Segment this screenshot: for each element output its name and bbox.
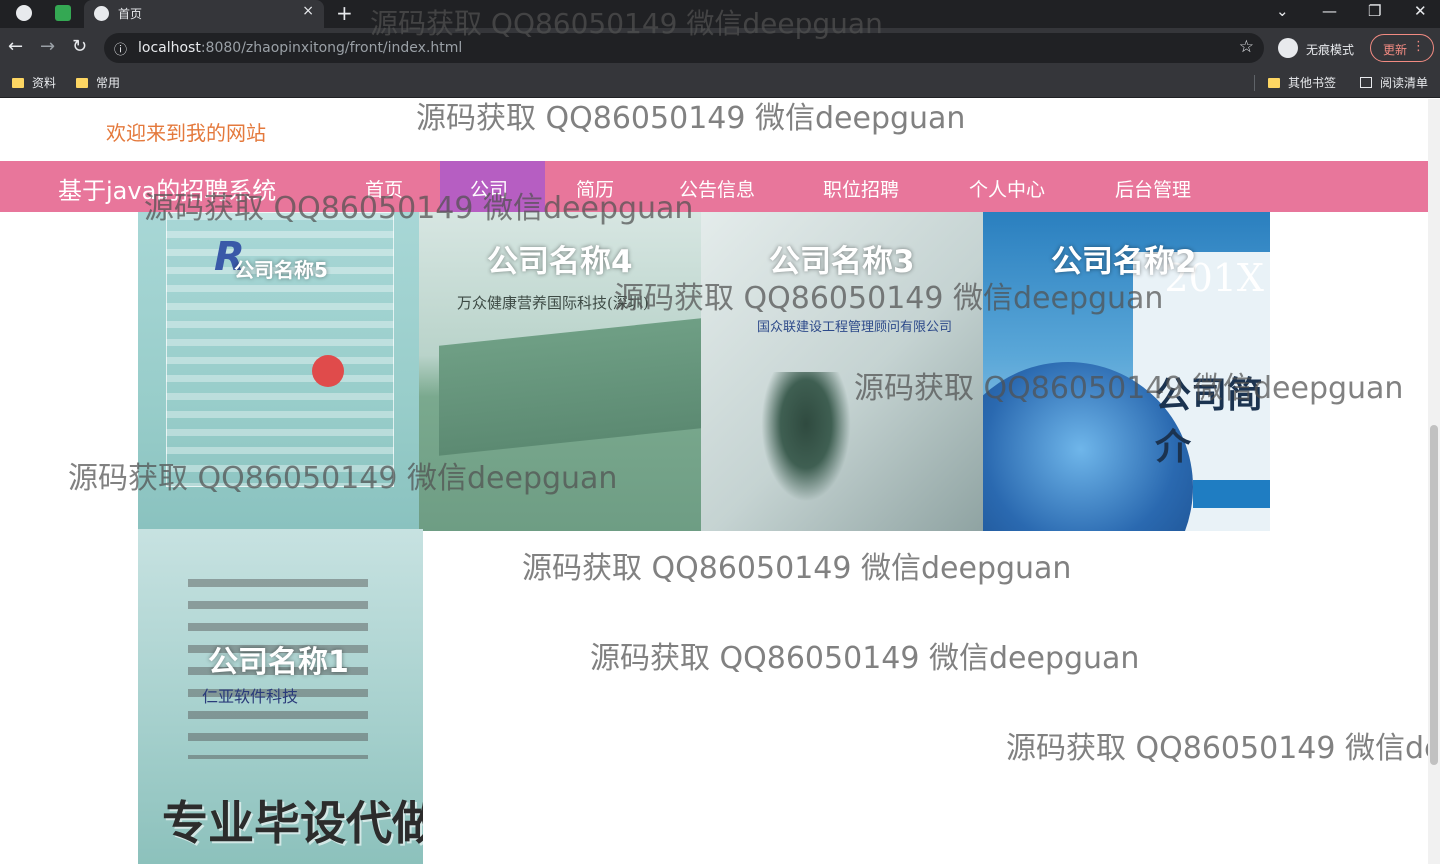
watermark-text: 源码获取 QQ86050149 微信deepguan [522,551,1072,586]
bookmark-folder-ziliao[interactable]: 资料 [12,74,56,91]
page-scrollbar[interactable] [1428,99,1440,864]
forward-arrow-icon[interactable]: → [40,36,55,57]
back-arrow-icon[interactable]: ← [8,36,23,57]
card-image [761,372,851,502]
welcome-text: 欢迎来到我的网站 [106,121,266,145]
update-label: 更新 [1383,43,1408,57]
globe-icon[interactable] [16,5,32,21]
bookmarks-bar: 资料 常用 其他书签 阅读清单 [0,68,1440,98]
url-text: localhost:8080/zhaopinxitong/front/index… [138,40,463,56]
company-card[interactable]: 公司名称1 仁亚软件科技 专业毕设代做 [138,529,423,864]
watermark-text: 源码获取 QQ86050149 微信deepguan [370,7,883,40]
watermark-text: 源码获取 QQ86050149 微信deepguan [1006,731,1428,766]
reading-list-icon [1360,77,1372,88]
folder-icon [1268,78,1280,88]
bookmark-other[interactable]: 其他书签 [1268,74,1336,91]
more-menu-icon[interactable]: ⋮ [1412,39,1425,54]
tab-search-icon[interactable]: ⌄ [1276,2,1289,20]
watermark-text: 源码获取 QQ86050149 微信deepguan [68,461,618,496]
watermark-text: 源码获取 QQ86050149 微信deepguan [144,191,694,226]
sheets-tab-icon[interactable] [55,5,71,21]
tab-home[interactable]: 首页 × [84,0,324,28]
close-window-icon[interactable]: ✕ [1414,2,1427,20]
bookmark-folder-changyong[interactable]: 常用 [76,74,120,91]
incognito-label: 无痕模式 [1306,43,1355,57]
reading-list[interactable]: 阅读清单 [1360,74,1428,91]
bookmark-divider [1254,75,1255,91]
reload-icon[interactable]: ↻ [72,36,87,57]
nav-admin[interactable]: 后台管理 [1115,175,1191,202]
company-name: 公司名称5 [234,258,328,282]
company-name: 公司名称4 [487,244,633,280]
restore-icon[interactable]: ❐ [1368,2,1381,20]
incognito-icon[interactable] [1278,38,1298,58]
card-image [439,318,701,456]
card-decoration [1193,480,1270,508]
mouse-cursor-icon [312,355,344,387]
site-info-icon[interactable]: ⓘ [114,39,127,58]
watermark-text: 源码获取 QQ86050149 微信deepguan [590,641,1140,676]
company-sign-text: 国众联建设工程管理顾问有限公司 [757,320,953,335]
folder-icon [12,78,24,88]
page-content: 欢迎来到我的网站 基于java的招聘系统 首页 公司 简历 公告信息 职位招聘 … [0,99,1428,864]
watermark-text: 源码获取 QQ86050149 微信deepguan [854,371,1404,406]
nav-jobs[interactable]: 职位招聘 [823,175,899,202]
watermark-text: 源码获取 QQ86050149 微信deepguan [614,281,1164,316]
minimize-icon[interactable]: — [1322,2,1337,20]
company-name: 公司名称1 [208,645,349,680]
folder-icon [76,78,88,88]
promo-text: 专业毕设代做 [162,796,423,850]
watermark-text: 源码获取 QQ86050149 微信deepguan [416,101,966,136]
new-tab-icon[interactable]: + [336,1,353,25]
bookmark-star-icon[interactable]: ☆ [1239,37,1254,57]
tab-title: 首页 [118,7,143,21]
close-icon[interactable]: × [302,3,314,19]
company-sign-text: 仁亚软件科技 [202,687,299,706]
scrollbar-thumb[interactable] [1430,425,1438,765]
globe-icon [94,6,109,21]
nav-profile[interactable]: 个人中心 [969,175,1045,202]
update-button[interactable]: 更新 ⋮ [1370,34,1434,62]
